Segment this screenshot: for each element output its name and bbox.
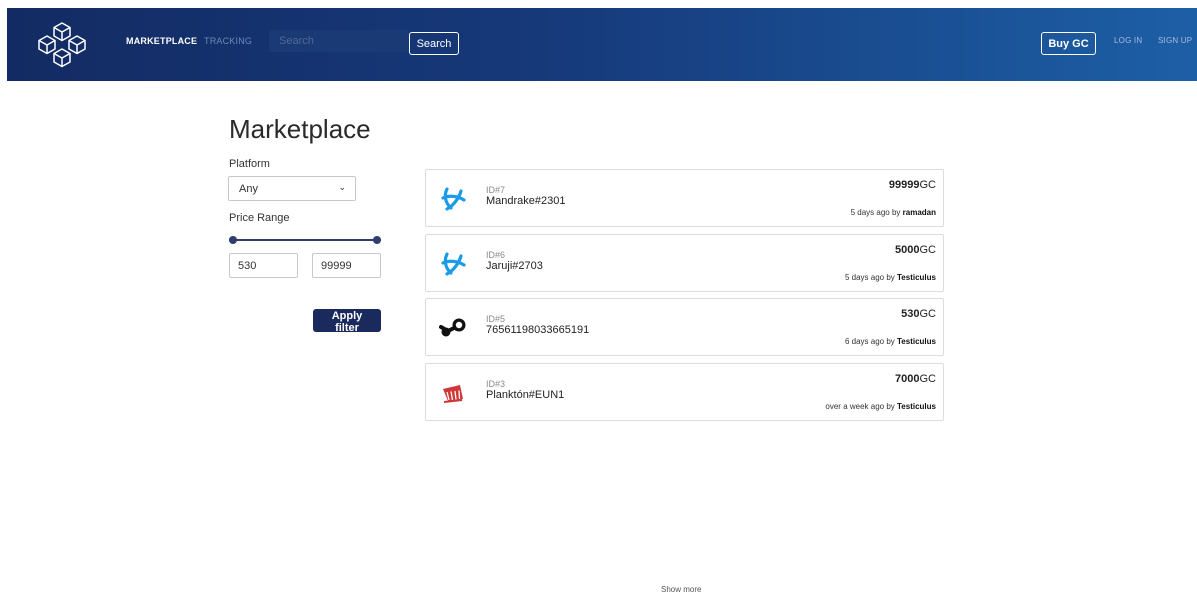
slider-max-handle[interactable] — [373, 236, 381, 244]
listing-id: ID#3 — [486, 379, 506, 389]
price-max-input[interactable] — [312, 253, 381, 278]
listing-id: ID#5 — [486, 314, 506, 324]
search-input[interactable] — [269, 30, 409, 52]
price-range-label: Price Range — [229, 212, 290, 224]
cubes-logo-icon[interactable] — [37, 21, 87, 69]
listing-id: ID#7 — [486, 185, 506, 195]
price-range-slider[interactable] — [229, 236, 381, 244]
apply-filter-button[interactable]: Apply filter — [313, 309, 381, 334]
platform-select-value: Any — [239, 183, 258, 195]
steam-icon — [439, 315, 467, 341]
listing-card[interactable]: ID#6 Jaruji#2703 5000GC 5 days ago by Testi… — [425, 234, 944, 292]
listing-meta: 5 days ago by Testiculus — [844, 273, 936, 282]
top-navbar: MARKETPLACE TRACKING Search Buy GC LOG I… — [7, 8, 1197, 81]
listing-card[interactable]: ID#5 76561198033665191 530GC 6 days ago by … — [425, 298, 944, 356]
battlenet-icon — [439, 251, 467, 277]
slider-track — [229, 239, 381, 241]
listing-card[interactable]: ID#3 Planktón#EUN1 7000GC over a week ago b… — [425, 363, 944, 421]
login-link[interactable]: LOG IN — [1114, 36, 1142, 45]
listing-account-name: 76561198033665191 — [486, 324, 590, 336]
listing-seller: Testiculus — [897, 337, 936, 346]
show-more-link[interactable]: Show more — [661, 585, 701, 594]
listing-account-name: Mandrake#2301 — [486, 195, 566, 207]
listing-price: 530GC — [901, 308, 936, 320]
listing-seller: Testiculus — [897, 273, 936, 282]
listing-account-name: Planktón#EUN1 — [486, 389, 565, 401]
price-min-input[interactable] — [229, 253, 298, 278]
listing-seller: Testiculus — [897, 402, 936, 411]
chevron-down-icon: ⌄ — [338, 182, 346, 192]
listing-meta: 5 days ago by ramadan — [850, 208, 936, 217]
listing-price: 99999GC — [888, 179, 936, 191]
page-title: Marketplace — [229, 114, 371, 144]
platform-label: Platform — [229, 158, 270, 170]
search-button[interactable]: Search — [409, 32, 459, 55]
battlenet-icon — [439, 186, 467, 212]
slider-min-handle[interactable] — [229, 236, 237, 244]
platform-select[interactable]: Any ⌄ — [228, 176, 356, 201]
riot-games-icon — [439, 380, 467, 406]
listing-price: 5000GC — [895, 244, 936, 256]
listing-account-name: Jaruji#2703 — [486, 260, 543, 272]
nav-marketplace-link[interactable]: MARKETPLACE — [126, 36, 197, 46]
listing-price: 7000GC — [895, 373, 936, 385]
listing-meta: over a week ago by Testiculus — [825, 402, 936, 411]
listing-seller: ramadan — [902, 208, 936, 217]
nav-tracking-link[interactable]: TRACKING — [204, 36, 252, 46]
listing-id: ID#6 — [486, 250, 506, 260]
listing-meta: 6 days ago by Testiculus — [844, 337, 936, 346]
buy-gc-button[interactable]: Buy GC — [1041, 32, 1096, 55]
signup-link[interactable]: SIGN UP — [1158, 36, 1192, 45]
listing-card[interactable]: ID#7 Mandrake#2301 99999GC 5 days ago by ra… — [425, 169, 944, 227]
